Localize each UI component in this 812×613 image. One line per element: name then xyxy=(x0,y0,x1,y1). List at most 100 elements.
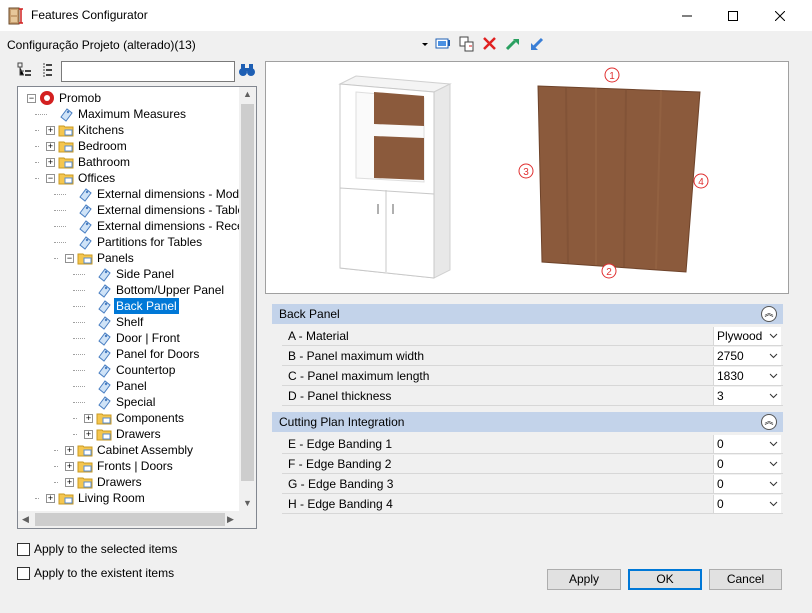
expand-icon[interactable]: + xyxy=(46,142,55,151)
tree-feature-node[interactable]: Partitions for Tables xyxy=(18,234,240,250)
tree-folder-node[interactable]: + Drawers xyxy=(18,426,240,442)
tree-feature-node[interactable]: External dimensions - Modules xyxy=(18,186,256,202)
tree-feature-node[interactable]: Back Panel xyxy=(18,298,240,314)
tree-feature-node[interactable]: Panel for Doors xyxy=(18,346,240,362)
scroll-down-icon[interactable]: ▼ xyxy=(243,498,252,508)
app-icon xyxy=(8,7,24,25)
expand-icon[interactable]: + xyxy=(84,414,93,423)
property-row[interactable]: H - Edge Banding 4 0 xyxy=(272,494,783,514)
property-value-select[interactable]: 0 xyxy=(713,455,781,473)
export-icon[interactable] xyxy=(504,36,522,52)
tree-vertical-thumb[interactable] xyxy=(241,104,254,481)
tree-search-input[interactable] xyxy=(61,61,235,82)
property-row[interactable]: F - Edge Banding 2 0 xyxy=(272,454,783,474)
section-header-back-panel[interactable]: Back Panel ︽ xyxy=(272,304,783,324)
section-header-cutting-plan[interactable]: Cutting Plan Integration ︽ xyxy=(272,412,783,432)
tree-node-label: Components xyxy=(116,411,185,425)
tree-node-label: Kitchens xyxy=(78,123,125,137)
tree-feature-node[interactable]: Door | Front xyxy=(18,330,240,346)
tree-feature-node[interactable]: Countertop xyxy=(18,362,240,378)
property-value-select[interactable]: 2750 xyxy=(713,347,781,365)
tree-folder-node[interactable]: + Living Room xyxy=(18,490,240,506)
expand-icon[interactable]: + xyxy=(65,446,74,455)
expand-icon[interactable]: + xyxy=(65,462,74,471)
feature-tag-icon xyxy=(98,268,111,282)
property-value-select[interactable]: 0 xyxy=(713,475,781,493)
feature-tree[interactable]: − Promob Maximum Measures + Kitchens + Bedroom… xyxy=(17,86,257,529)
property-value-select[interactable]: 0 xyxy=(713,435,781,453)
expand-icon[interactable]: + xyxy=(84,430,93,439)
import-icon[interactable] xyxy=(528,36,546,52)
chevron-down-icon xyxy=(769,501,778,507)
property-value-select[interactable]: 1830 xyxy=(713,367,781,385)
property-key: E - Edge Banding 1 xyxy=(288,437,393,451)
scroll-right-icon[interactable]: ▶ xyxy=(227,514,234,525)
collapse-icon[interactable]: ︽ xyxy=(761,414,777,430)
property-row[interactable]: C - Panel maximum length 1830 xyxy=(272,366,783,386)
tree-feature-node[interactable]: Side Panel xyxy=(18,266,240,282)
tree-feature-node[interactable]: External dimensions - Receptions xyxy=(18,218,256,234)
expand-tree-icon[interactable] xyxy=(17,62,33,81)
apply-existent-checkbox[interactable] xyxy=(17,567,30,580)
tree-feature-node[interactable]: Maximum Measures xyxy=(18,106,240,122)
property-row[interactable]: B - Panel maximum width 2750 xyxy=(272,346,783,366)
expand-icon[interactable]: + xyxy=(46,158,55,167)
close-button[interactable] xyxy=(757,0,803,31)
scroll-up-icon[interactable]: ▲ xyxy=(243,89,252,99)
tree-feature-node[interactable]: External dimensions - Tables xyxy=(18,202,250,218)
tree-folder-node[interactable]: + Bathroom xyxy=(18,154,240,170)
collapse-tree-icon[interactable] xyxy=(40,62,56,81)
collapse-icon[interactable]: ︽ xyxy=(761,306,777,322)
property-value: 0 xyxy=(717,477,724,491)
property-row[interactable]: E - Edge Banding 1 0 xyxy=(272,434,783,454)
screen-icon[interactable] xyxy=(434,36,452,52)
apply-selected-checkbox[interactable] xyxy=(17,543,30,556)
tree-folder-node[interactable]: + Drawers xyxy=(18,474,240,490)
ok-button[interactable]: OK xyxy=(628,569,702,590)
binoculars-icon[interactable] xyxy=(238,62,256,81)
scroll-left-icon[interactable]: ◀ xyxy=(22,514,29,525)
svg-text:2: 2 xyxy=(606,267,612,278)
property-value-select[interactable]: 3 xyxy=(713,387,781,405)
tree-feature-node[interactable]: Panel xyxy=(18,378,240,394)
tree-feature-node[interactable]: Special xyxy=(18,394,240,410)
property-row[interactable]: A - Material Plywood xyxy=(272,326,783,346)
property-row[interactable]: D - Panel thickness 3 xyxy=(272,386,783,406)
tree-folder-node[interactable]: − Panels xyxy=(18,250,240,266)
tree-folder-node[interactable]: + Components xyxy=(18,410,240,426)
minimize-button[interactable] xyxy=(664,0,710,31)
tree-node-label: Bottom/Upper Panel xyxy=(116,283,225,297)
expand-icon[interactable]: + xyxy=(46,126,55,135)
tree-folder-node[interactable]: − Offices xyxy=(18,170,240,186)
property-row[interactable]: G - Edge Banding 3 0 xyxy=(272,474,783,494)
tree-folder-node[interactable]: − Promob xyxy=(18,90,240,106)
folder-icon xyxy=(77,477,93,489)
cancel-button[interactable]: Cancel xyxy=(709,569,782,590)
tree-folder-node[interactable]: + Fronts | Doors xyxy=(18,458,240,474)
tree-folder-node[interactable]: + Kitchens xyxy=(18,122,240,138)
delete-icon[interactable] xyxy=(481,36,499,52)
collapse-node-icon[interactable]: − xyxy=(27,94,36,103)
property-value-select[interactable]: 0 xyxy=(713,495,781,513)
property-key: D - Panel thickness xyxy=(288,389,392,403)
tree-horizontal-scrollbar[interactable]: ◀ ▶ xyxy=(18,511,256,528)
tree-horizontal-thumb[interactable] xyxy=(35,513,225,526)
tree-folder-node[interactable]: + Cabinet Assembly xyxy=(18,442,240,458)
expand-icon[interactable]: + xyxy=(46,494,55,503)
minimize-icon xyxy=(682,15,692,16)
expand-icon[interactable]: + xyxy=(65,478,74,487)
tree-node-label: Back Panel xyxy=(114,298,179,314)
apply-button[interactable]: Apply xyxy=(547,569,621,590)
collapse-node-icon[interactable]: − xyxy=(46,174,55,183)
property-value-select[interactable]: Plywood xyxy=(713,327,781,345)
tree-folder-node[interactable]: + Bedroom xyxy=(18,138,240,154)
tree-node-label: Offices xyxy=(78,171,116,185)
tree-connector xyxy=(35,146,39,147)
copy-icon[interactable] xyxy=(458,36,476,52)
tree-feature-node[interactable]: Shelf xyxy=(18,314,240,330)
tree-feature-node[interactable]: Bottom/Upper Panel xyxy=(18,282,240,298)
tree-node-label: Bedroom xyxy=(78,139,127,153)
collapse-node-icon[interactable]: − xyxy=(65,254,74,263)
maximize-button[interactable] xyxy=(710,0,756,31)
tree-vertical-scrollbar[interactable]: ▲ ▼ xyxy=(239,87,256,512)
